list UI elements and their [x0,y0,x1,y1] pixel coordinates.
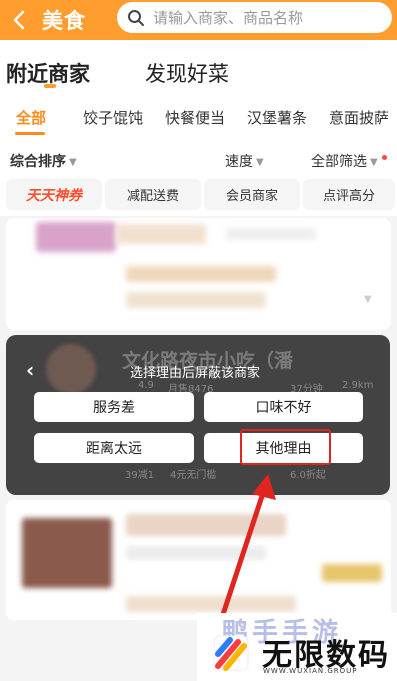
reason-bad-taste-label: 口味不好 [255,400,312,416]
chip-member-label: 会员商家 [225,189,278,204]
page-title: 美食 [42,9,86,33]
category-burgers[interactable]: 汉堡薯条 [247,107,307,128]
category-dumplings[interactable]: 饺子馄饨 [83,107,143,128]
quick-filters: 天天神券 减配送费 会员商家 点评高分 [0,176,397,216]
blurred-text [116,224,206,244]
search-placeholder: 请输入商家、商品名称 [153,9,304,27]
search-icon [128,9,144,26]
category-tabs: 全部 饺子馄饨 快餐便当 汉堡薯条 意面披萨 [0,98,397,142]
caret-down-icon: ▼ [256,156,264,168]
sort-speed[interactable]: 速度 ▼ [225,151,264,171]
watermark-logo-icon [213,635,249,671]
blurred-text [126,514,286,536]
reason-bad-service-label: 服务差 [93,400,135,416]
blurred-badge [322,564,382,582]
blurred-text [126,292,266,308]
blurred-text [126,266,276,282]
chip-coupon-label: 天天神券 [26,187,82,204]
store-card[interactable]: ▼ [6,218,391,330]
category-pasta[interactable]: 意面披萨 [329,107,389,128]
top-bar: 美食 请输入商家、商品名称 [0,0,397,40]
filter-all[interactable]: 全部筛选 ▼ [311,151,378,171]
blurred-fragment: 6.0折起 [290,470,326,481]
search-input[interactable]: 请输入商家、商品名称 [117,2,392,33]
blurred-text [126,546,266,560]
dialog-title: 选择理由后屏蔽该商家 [130,366,261,381]
blurred-fragment: 4元无门槛 [170,470,217,481]
sort-speed-label: 速度 [225,154,253,170]
caret-down-icon: ▼ [370,156,378,168]
reason-too-far-label: 距离太远 [86,441,142,457]
blurred-text [226,228,316,240]
tab-indicator [44,84,56,88]
reason-bad-service[interactable]: 服务差 [34,392,194,422]
more-icon[interactable]: ▼ [364,294,372,305]
chip-rating[interactable]: 点评高分 [303,179,395,210]
filter-all-label: 全部筛选 [311,154,367,170]
watermark-url: WWW.WUXIAN.GROUP [263,667,358,675]
sort-default[interactable]: 综合排序 ▼ [10,151,77,171]
blurred-text [126,596,296,612]
sort-bar: 综合排序 ▼ 速度 ▼ 全部筛选 ▼ [0,142,397,176]
store-avatar-blurred [46,344,96,394]
blurred-fragment: 4.9 [138,380,154,391]
dialog-back-button[interactable]: ‹ [26,358,34,382]
tab-discover[interactable]: 发现好菜 [145,58,229,88]
reason-bad-taste[interactable]: 口味不好 [204,392,363,422]
category-indicator [15,132,45,135]
chip-delivery[interactable]: 减配送费 [105,179,201,210]
main-tabs: 附近商家 发现好菜 [0,40,397,98]
highlight-box [240,429,331,465]
sort-default-label: 综合排序 [10,154,66,170]
chip-coupon[interactable]: 天天神券 [6,179,102,210]
store-image-blurred [22,518,112,588]
chip-rating-label: 点评高分 [322,189,375,204]
chip-delivery-label: 减配送费 [126,189,179,204]
back-button[interactable] [6,5,32,35]
chevron-left-icon [13,10,25,30]
category-all[interactable]: 全部 [16,107,46,128]
blurred-fragment: 2.9km [342,380,374,391]
chip-member[interactable]: 会员商家 [204,179,300,210]
store-card[interactable] [6,500,391,620]
caret-down-icon: ▼ [69,156,77,168]
reason-too-far[interactable]: 距离太远 [34,433,194,463]
store-image-blurred [36,222,116,252]
blurred-fragment: 39减1 [125,470,155,481]
filter-badge-dot [382,155,387,160]
category-fastfood[interactable]: 快餐便当 [165,107,225,128]
